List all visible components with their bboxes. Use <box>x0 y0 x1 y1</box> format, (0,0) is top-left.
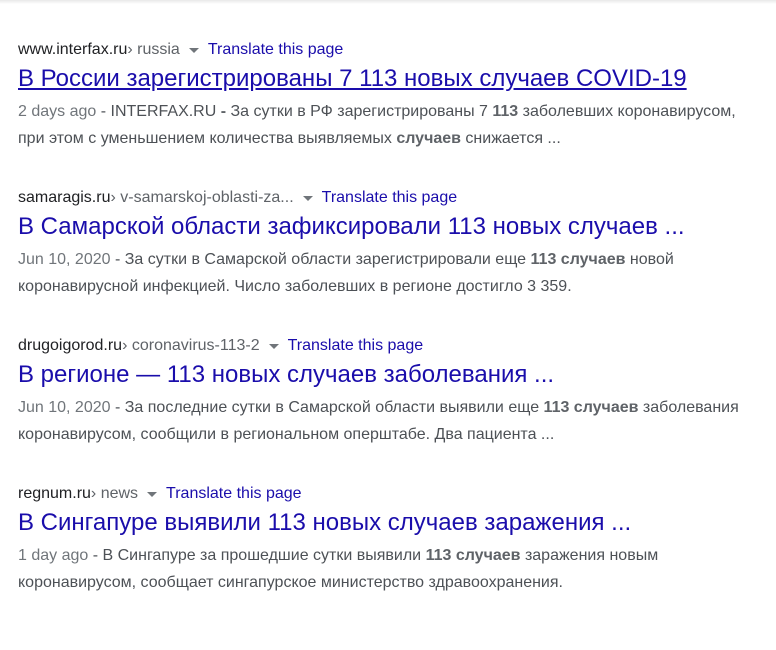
result-cite: samaragis.ru › v-samarskoj-oblasti-za...… <box>18 186 758 210</box>
snippet-text: - За сутки в Самарской области зарегистр… <box>110 251 531 268</box>
result-title-link[interactable]: В регионе — 113 новых случаев заболевани… <box>18 359 758 391</box>
result-snippet: Jun 10, 2020 - За последние сутки в Сама… <box>18 394 758 448</box>
snippet-highlight: 113 случаев <box>543 399 639 416</box>
result-date: Jun 10, 2020 <box>18 251 111 268</box>
search-result-drugoigorod: drugoigorod.ru › coronavirus-113-2 Trans… <box>18 334 758 448</box>
result-options-arrow-icon[interactable] <box>302 195 313 201</box>
snippet-highlight: 113 случаев <box>425 547 521 564</box>
search-result-interfax: www.interfax.ru › russia Translate this … <box>18 38 758 152</box>
result-domain: regnum.ru <box>18 485 91 502</box>
search-result-regnum: regnum.ru › news Translate this page В С… <box>18 482 758 596</box>
result-date: 1 day ago <box>18 547 89 564</box>
snippet-text: снижается ... <box>460 130 561 147</box>
result-breadcrumb-path: › news <box>90 485 139 502</box>
result-snippet: 2 days ago - INTERFAX.RU - За сутки в РФ… <box>18 98 758 152</box>
search-result-samaragis: samaragis.ru › v-samarskoj-oblasti-za...… <box>18 186 758 300</box>
result-options-arrow-icon[interactable] <box>188 47 199 53</box>
result-title-link[interactable]: В России зарегистрированы 7 113 новых сл… <box>18 63 758 95</box>
result-options-arrow-icon[interactable] <box>268 343 279 349</box>
result-breadcrumb-path: › v-samarskoj-oblasti-za... <box>110 189 294 206</box>
snippet-highlight: 113 случаев <box>530 251 626 268</box>
result-breadcrumb-path: › coronavirus-113-2 <box>122 337 260 354</box>
translate-page-link[interactable]: Translate this page <box>208 38 343 62</box>
result-snippet: Jun 10, 2020 - За сутки в Самарской обла… <box>18 246 758 300</box>
snippet-text: - За последние сутки в Самарской области… <box>110 399 544 416</box>
search-results: www.interfax.ru › russia Translate this … <box>18 38 758 630</box>
snippet-highlight: 113 <box>492 103 519 120</box>
snippet-text: - В Сингапуре за прошедшие сутки выявили <box>88 547 426 564</box>
result-domain: drugoigorod.ru <box>18 337 123 354</box>
result-domain: www.interfax.ru <box>18 41 128 58</box>
snippet-text: За сутки в РФ зарегистрированы 7 <box>226 103 493 120</box>
result-title-link[interactable]: В Сингапуре выявили 113 новых случаев за… <box>18 507 758 539</box>
translate-page-link[interactable]: Translate this page <box>288 334 423 358</box>
translate-page-link[interactable]: Translate this page <box>166 482 301 506</box>
result-cite: regnum.ru › news Translate this page <box>18 482 758 506</box>
result-options-arrow-icon[interactable] <box>147 491 158 497</box>
translate-page-link[interactable]: Translate this page <box>322 186 457 210</box>
result-date: 2 days ago <box>18 103 97 120</box>
snippet-highlight: случаев <box>396 130 461 147</box>
result-domain: samaragis.ru <box>18 189 111 206</box>
result-cite: drugoigorod.ru › coronavirus-113-2 Trans… <box>18 334 758 358</box>
snippet-text: - INTERFAX.RU <box>96 103 221 120</box>
result-title-link[interactable]: В Самарской области зафиксировали 113 но… <box>18 211 758 243</box>
result-date: Jun 10, 2020 <box>18 399 111 416</box>
result-cite: www.interfax.ru › russia Translate this … <box>18 38 758 62</box>
result-breadcrumb-path: › russia <box>127 41 180 58</box>
top-divider <box>0 0 776 4</box>
result-snippet: 1 day ago - В Сингапуре за прошедшие сут… <box>18 542 758 596</box>
